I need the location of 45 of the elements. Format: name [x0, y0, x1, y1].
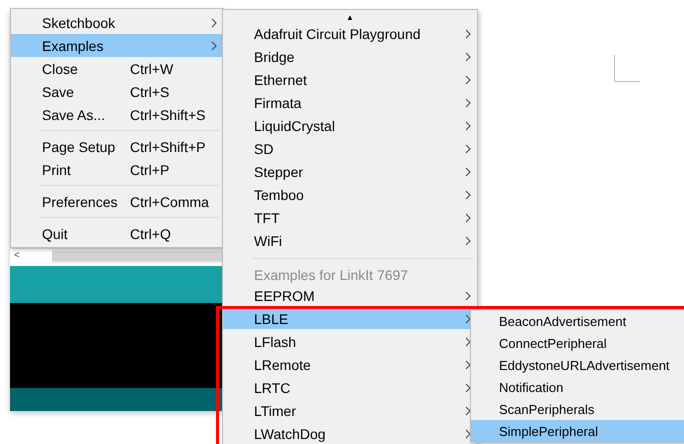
- chevron-right-icon: [465, 360, 471, 370]
- chevron-right-icon: [211, 18, 217, 28]
- chevron-right-icon: [465, 121, 471, 131]
- menu-item[interactable]: Sketchbook: [11, 11, 223, 34]
- chevron-right-icon: [465, 167, 471, 177]
- menu-item[interactable]: LiquidCrystal: [223, 116, 477, 136]
- chevron-right-icon: [465, 52, 471, 62]
- menu-item[interactable]: Ethernet: [223, 70, 477, 90]
- chevron-right-icon: [465, 406, 471, 416]
- horizontal-scrollbar[interactable]: <: [10, 248, 224, 263]
- scroll-up-arrow[interactable]: ▲: [223, 12, 477, 24]
- menu-item[interactable]: Quit Ctrl+Q: [11, 222, 223, 245]
- chevron-right-icon: [465, 314, 471, 324]
- menu-item[interactable]: EEPROM: [223, 286, 477, 306]
- menu-item[interactable]: Close Ctrl+W: [11, 57, 223, 80]
- menu-item[interactable]: Preferences Ctrl+Comma: [11, 190, 223, 213]
- menu-item[interactable]: Firmata: [223, 93, 477, 113]
- menu-item[interactable]: Save As... Ctrl+Shift+S: [11, 103, 223, 126]
- chevron-right-icon: [465, 236, 471, 246]
- menu-item[interactable]: Adafruit Circuit Playground: [223, 24, 477, 44]
- chevron-right-icon: [211, 40, 217, 50]
- menu-section-header: Examples for LinkIt 7697: [253, 266, 410, 285]
- chevron-right-icon: [465, 144, 471, 154]
- menu-item[interactable]: Examples: [11, 34, 223, 57]
- corner-mark: [614, 55, 640, 82]
- chevron-right-icon: [465, 383, 471, 393]
- menu-item[interactable]: Page Setup Ctrl+Shift+P: [11, 135, 223, 158]
- chevron-right-icon: [465, 291, 471, 301]
- chevron-right-icon: [465, 337, 471, 347]
- menu-item[interactable]: Temboo: [223, 185, 477, 205]
- chevron-right-icon: [465, 429, 471, 439]
- chevron-right-icon: [465, 98, 471, 108]
- menu-item[interactable]: WiFi: [223, 231, 477, 251]
- menu-item[interactable]: TFT: [223, 208, 477, 228]
- menu-item[interactable]: Bridge: [223, 47, 477, 67]
- menu-item[interactable]: SimplePeripheral: [471, 420, 684, 442]
- menu-item[interactable]: Print Ctrl+P: [11, 158, 223, 181]
- chevron-right-icon: [465, 29, 471, 39]
- chevron-right-icon: [465, 190, 471, 200]
- scroll-left-button[interactable]: <: [10, 249, 52, 263]
- chevron-right-icon: [465, 75, 471, 85]
- menu-item[interactable]: SD: [223, 139, 477, 159]
- menu-item[interactable]: Stepper: [223, 162, 477, 182]
- menu-item[interactable]: Save Ctrl+S: [11, 80, 223, 103]
- chevron-right-icon: [465, 213, 471, 223]
